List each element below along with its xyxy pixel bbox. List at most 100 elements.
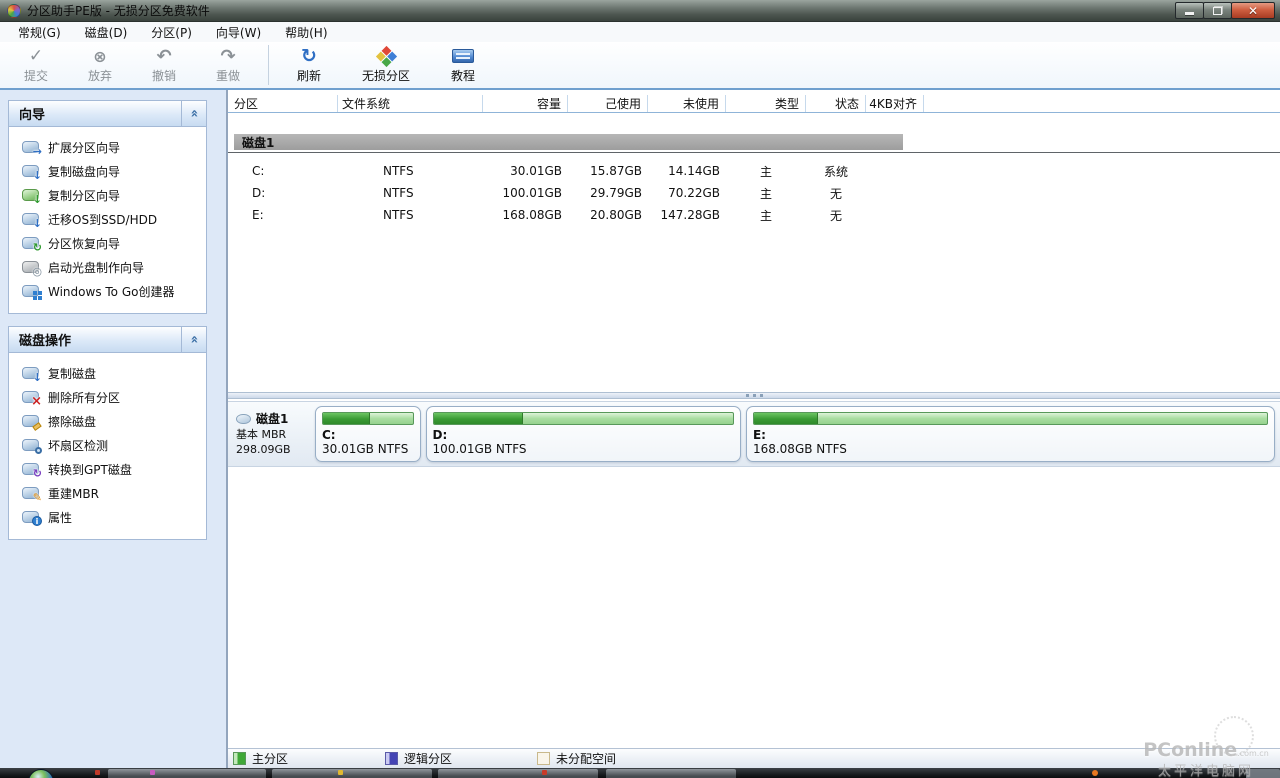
- minimize-button[interactable]: [1175, 2, 1204, 19]
- logical-partition-swatch-icon: [385, 752, 398, 765]
- show-desktop-button[interactable]: [1246, 769, 1280, 778]
- menu-partition[interactable]: 分区(P): [139, 22, 204, 43]
- table-row-e[interactable]: E: NTFS 168.08GB 20.80GB 147.28GB 主 无: [228, 204, 1280, 226]
- undo-icon: ↶: [156, 45, 172, 67]
- wizard-panel: 向导 « → 扩展分区向导 ↓ 复制磁盘向导 ↓ 复制分区向导 ↓ 迁移OS到S…: [8, 100, 207, 314]
- windows-taskbar: [0, 768, 1280, 778]
- taskbar-button[interactable]: [108, 769, 266, 778]
- rebuild-mbr-icon: ✎: [22, 487, 42, 503]
- taskbar-button[interactable]: [272, 769, 432, 778]
- disk-operations-panel-body: ↓ 复制磁盘 × 删除所有分区 擦除磁盘 坏扇区检测 ↻ 转换到GPT磁盘 ✎ …: [9, 353, 206, 539]
- disk-info[interactable]: 磁盘1 基本 MBR 298.09GB: [233, 412, 315, 457]
- sidebar-item-wipe-disk[interactable]: 擦除磁盘: [9, 409, 206, 433]
- table-row-c[interactable]: C: NTFS 30.01GB 15.87GB 14.14GB 主 系统: [228, 160, 1280, 182]
- copy-disk-icon: ↓: [22, 367, 42, 383]
- hard-disk-icon: [236, 414, 251, 424]
- discard-icon: ⊗: [93, 46, 107, 66]
- copy-disk-wizard-icon: ↓: [22, 165, 42, 181]
- discard-button[interactable]: ⊗ 放弃: [68, 43, 132, 87]
- taskbar-button[interactable]: [606, 769, 736, 778]
- sidebar-item-partition-recovery-wizard[interactable]: ↻ 分区恢复向导: [9, 231, 206, 255]
- main-pane: 分区 文件系统 容量 己使用 未使用 类型 状态 4KB对齐 磁盘1 C: NT…: [228, 90, 1280, 768]
- sidebar-item-copy-disk[interactable]: ↓ 复制磁盘: [9, 361, 206, 385]
- column-status[interactable]: 状态: [806, 95, 866, 112]
- app-window: 分区助手PE版 - 无损分区免费软件 ✕ 常规(G) 磁盘(D) 分区(P) 向…: [0, 0, 1280, 778]
- tutorial-button[interactable]: 教程: [431, 43, 495, 87]
- column-capacity[interactable]: 容量: [483, 95, 568, 112]
- disk-ops-collapse-button[interactable]: «: [181, 327, 206, 352]
- lossless-partition-button[interactable]: 无损分区: [341, 43, 431, 87]
- start-orb-icon[interactable]: [28, 769, 54, 778]
- tutorial-book-icon: [452, 46, 474, 66]
- sidebar-item-rebuild-mbr[interactable]: ✎ 重建MBR: [9, 481, 206, 505]
- partition-rows: C: NTFS 30.01GB 15.87GB 14.14GB 主 系统 D: …: [228, 160, 1280, 226]
- partition-block-e[interactable]: E: 168.08GB NTFS: [745, 406, 1276, 462]
- window-controls: ✕: [1175, 2, 1275, 19]
- tray-icon[interactable]: [1092, 770, 1098, 776]
- unallocated-space-swatch-icon: [537, 752, 550, 765]
- disk-operations-panel-header: 磁盘操作 «: [9, 327, 206, 353]
- disk-group-header[interactable]: 磁盘1: [234, 134, 903, 150]
- tray-app-icon[interactable]: [95, 770, 100, 775]
- title-bar: 分区助手PE版 - 无损分区免费软件 ✕: [0, 0, 1280, 22]
- sidebar-item-windows-to-go[interactable]: Windows To Go创建器: [9, 279, 206, 303]
- app-logo-icon: [7, 3, 21, 18]
- sidebar-item-convert-gpt[interactable]: ↻ 转换到GPT磁盘: [9, 457, 206, 481]
- partition-block-d[interactable]: D: 100.01GB NTFS: [425, 406, 741, 462]
- column-filesystem[interactable]: 文件系统: [338, 95, 483, 112]
- wizard-panel-title: 向导: [19, 108, 46, 123]
- column-partition[interactable]: 分区: [228, 95, 338, 112]
- column-type[interactable]: 类型: [726, 95, 806, 112]
- redo-icon: ↷: [220, 45, 236, 67]
- copy-partition-wizard-icon: ↓: [22, 189, 42, 205]
- pane-splitter[interactable]: [228, 392, 1280, 399]
- migrate-os-icon: ↓: [22, 213, 42, 229]
- column-4kb-align[interactable]: 4KB对齐: [866, 95, 924, 112]
- refresh-icon: ↻: [301, 45, 317, 67]
- sidebar-item-copy-partition-wizard[interactable]: ↓ 复制分区向导: [9, 183, 206, 207]
- wizard-collapse-button[interactable]: «: [181, 101, 206, 126]
- sidebar-item-boot-cd-maker[interactable]: ◎ 启动光盘制作向导: [9, 255, 206, 279]
- disk-operations-panel-title: 磁盘操作: [19, 334, 72, 349]
- legend-unallocated: 未分配空间: [537, 750, 689, 767]
- column-unused[interactable]: 未使用: [648, 95, 726, 112]
- menu-general[interactable]: 常规(G): [6, 22, 73, 43]
- redo-button[interactable]: ↷ 重做: [196, 43, 260, 87]
- wipe-disk-icon: [22, 415, 42, 431]
- menu-help[interactable]: 帮助(H): [273, 22, 339, 43]
- taskbar-button[interactable]: [438, 769, 598, 778]
- legend-bar: 主分区 逻辑分区 未分配空间: [228, 748, 1280, 768]
- partition-table-pane: 分区 文件系统 容量 己使用 未使用 类型 状态 4KB对齐 磁盘1 C: NT…: [228, 90, 1280, 392]
- commit-button[interactable]: ✓ 提交: [4, 43, 68, 87]
- disk-map-pane: 磁盘1 基本 MBR 298.09GB C: 30.01GB NTFS D: 1…: [228, 399, 1280, 748]
- legend-primary: 主分区: [233, 750, 385, 767]
- sidebar-item-delete-all-partitions[interactable]: × 删除所有分区: [9, 385, 206, 409]
- wizard-panel-body: → 扩展分区向导 ↓ 复制磁盘向导 ↓ 复制分区向导 ↓ 迁移OS到SSD/HD…: [9, 127, 206, 313]
- refresh-button[interactable]: ↻ 刷新: [277, 43, 341, 87]
- usage-bar-fill: [323, 413, 371, 424]
- sidebar-item-migrate-os[interactable]: ↓ 迁移OS到SSD/HDD: [9, 207, 206, 231]
- column-used[interactable]: 己使用: [568, 95, 648, 112]
- commit-check-icon: ✓: [28, 46, 44, 66]
- splitter-grip: [745, 394, 749, 397]
- sidebar-item-properties[interactable]: 属性: [9, 505, 206, 529]
- undo-button[interactable]: ↶ 撤销: [132, 43, 196, 87]
- table-header: 分区 文件系统 容量 己使用 未使用 类型 状态 4KB对齐: [228, 95, 1280, 113]
- sidebar-item-extend-partition-wizard[interactable]: → 扩展分区向导: [9, 135, 206, 159]
- menu-wizard[interactable]: 向导(W): [204, 22, 273, 43]
- sidebar-item-bad-sector-test[interactable]: 坏扇区检测: [9, 433, 206, 457]
- wizard-panel-header: 向导 «: [9, 101, 206, 127]
- disk-name: 磁盘1: [256, 411, 289, 426]
- menu-disk[interactable]: 磁盘(D): [73, 22, 140, 43]
- close-button[interactable]: ✕: [1231, 2, 1275, 19]
- window-title: 分区助手PE版 - 无损分区免费软件: [27, 4, 210, 18]
- table-row-d[interactable]: D: NTFS 100.01GB 29.79GB 70.22GB 主 无: [228, 182, 1280, 204]
- sidebar-item-copy-disk-wizard[interactable]: ↓ 复制磁盘向导: [9, 159, 206, 183]
- maximize-button[interactable]: [1203, 2, 1232, 19]
- partition-block-c[interactable]: C: 30.01GB NTFS: [315, 406, 421, 462]
- primary-partition-swatch-icon: [233, 752, 246, 765]
- delete-all-partitions-icon: ×: [22, 391, 42, 408]
- boot-cd-maker-icon: ◎: [22, 261, 42, 277]
- minimize-icon: [1185, 12, 1194, 15]
- disk-size: 298.09GB: [236, 442, 291, 456]
